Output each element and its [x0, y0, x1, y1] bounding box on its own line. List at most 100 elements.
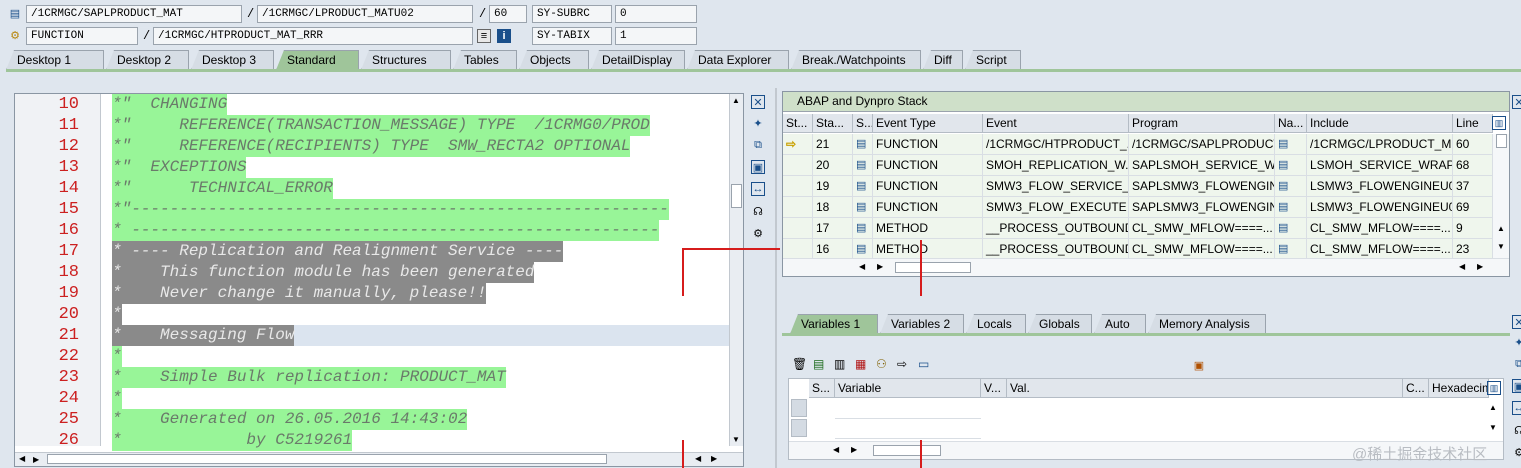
code-line: 12 *" REFERENCE(RECIPIENTS) TYPE SMW_RECT… — [15, 136, 743, 157]
stack-panel-title: ABAP and Dynpro Stack — [783, 92, 1509, 112]
navigate-icon[interactable]: ▤ — [1275, 155, 1307, 176]
delete-icon[interactable]: 🗑 — [792, 357, 807, 373]
tab-desktop-2[interactable]: Desktop 2 — [106, 50, 189, 70]
new-icon[interactable]: ✦ — [751, 116, 765, 130]
save-icon[interactable]: ▣ — [1192, 358, 1206, 372]
navigate-icon[interactable]: ▤ — [1275, 176, 1307, 197]
close-icon[interactable]: ✕ — [751, 95, 765, 109]
line-number: 23 — [58, 368, 79, 387]
import-icon[interactable]: ▥ — [834, 357, 849, 373]
column-layout-icon[interactable]: ▥ — [1492, 116, 1506, 130]
row-selector[interactable] — [791, 419, 807, 437]
close-icon[interactable]: ✕ — [1512, 95, 1521, 109]
program-name: SAPLSMW3_FLOWENGIN... — [1129, 176, 1275, 197]
stack-vertical-scrollbar[interactable]: ▲ ▼ — [1493, 134, 1509, 258]
navigate-icon[interactable]: ▤ — [1275, 239, 1307, 260]
editor-horizontal-scrollbar[interactable]: ◀ ▶ ◀ ▶ — [15, 452, 743, 466]
maximize-icon[interactable]: ▣ — [751, 160, 765, 174]
include-name: LSMW3_FLOWENGINEU0... — [1307, 197, 1453, 218]
current-marker-cell — [783, 239, 813, 260]
vars-vscroll-down[interactable]: ▼ — [1489, 423, 1497, 432]
navigate-icon[interactable]: ▤ — [1275, 218, 1307, 239]
tree-icon[interactable]: ⚇ — [876, 357, 891, 373]
tab-objects[interactable]: Objects — [519, 50, 589, 70]
maximize-icon[interactable]: ▣ — [1512, 379, 1521, 393]
tab-variables-2[interactable]: Variables 2 — [880, 314, 964, 334]
headset-icon[interactable]: ☊ — [751, 204, 765, 218]
source-icon-cell: ▤ — [853, 134, 873, 155]
tab-tables[interactable]: Tables — [453, 50, 517, 70]
code-text: * Simple Bulk replication: PRODUCT_MAT — [112, 367, 506, 388]
tab-breakpoints[interactable]: Break./Watchpoints — [791, 50, 921, 70]
variable-input-2[interactable] — [835, 419, 981, 439]
event-type: FUNCTION — [873, 134, 983, 155]
insert-icon[interactable]: ▤ — [813, 357, 828, 373]
close-icon[interactable]: ✕ — [1512, 315, 1521, 329]
line-number: 13 — [58, 158, 79, 177]
splitter[interactable] — [775, 88, 777, 468]
settings-icon[interactable]: ⚙ — [751, 226, 765, 240]
editor-vertical-scrollbar[interactable]: ▲ ▼ — [729, 94, 743, 446]
col-header-program[interactable]: Program — [1129, 114, 1275, 133]
tab-globals[interactable]: Globals — [1028, 314, 1092, 334]
tab-structures[interactable]: Structures — [361, 50, 451, 70]
source-icon-cell: ▤ — [853, 197, 873, 218]
col-header-event[interactable]: Event — [983, 114, 1129, 133]
code-text: * This function module has been generate… — [112, 262, 535, 283]
line-number: 26 — [58, 431, 79, 450]
tab-desktop-1[interactable]: Desktop 1 — [6, 50, 104, 70]
col-header-include[interactable]: Include — [1307, 114, 1453, 133]
col-header-na[interactable]: Na... — [1275, 114, 1307, 133]
col-header-stack[interactable]: Sta... — [813, 114, 853, 133]
resize-icon[interactable]: ↔ — [751, 182, 765, 196]
copy-icon[interactable]: ⧉ — [1512, 357, 1521, 371]
tab-locals[interactable]: Locals — [966, 314, 1026, 334]
navigate-icon[interactable]: ▤ — [1275, 197, 1307, 218]
navigate-icon[interactable]: ▤ — [1275, 134, 1307, 155]
tab-diff[interactable]: Diff — [923, 50, 963, 70]
goto-icon[interactable]: ⇨ — [897, 357, 912, 373]
info-icon[interactable]: i — [497, 29, 511, 43]
desktop-tabs: Desktop 1 Desktop 2 Desktop 3 Standard S… — [6, 50, 1023, 70]
col-header-hex[interactable]: Hexadecim — [1429, 379, 1489, 398]
tab-variables-1[interactable]: Variables 1 — [790, 314, 878, 334]
stack-horizontal-scrollbar[interactable]: ◀ ▶ ◀ ▶ — [783, 258, 1509, 276]
line-field: 60 — [489, 5, 527, 23]
open-icon[interactable]: ▭ — [918, 357, 933, 373]
event-icon: ⚙ — [10, 29, 20, 42]
col-header-val[interactable]: Val. — [1007, 379, 1403, 398]
source-editor[interactable]: 10 *" CHANGING 11 *" REFERENCE(TRANSACTION_… — [14, 93, 744, 467]
settings-icon[interactable]: ⚙ — [1512, 445, 1521, 459]
col-header-c[interactable]: C... — [1403, 379, 1429, 398]
resize-icon[interactable]: ↔ — [1512, 401, 1521, 415]
export-icon[interactable]: ▦ — [855, 357, 870, 373]
col-header-st[interactable]: St... — [783, 114, 813, 133]
new-icon[interactable]: ✦ — [1512, 335, 1521, 349]
vars-vscroll-up[interactable]: ▲ — [1489, 403, 1497, 412]
tab-standard[interactable]: Standard — [276, 50, 359, 70]
copy-icon[interactable]: ⧉ — [751, 138, 765, 152]
code-line: 23 * Simple Bulk replication: PRODUCT_MAT — [15, 367, 743, 388]
code-text: *"--------------------------------------… — [112, 199, 669, 220]
navigate-icon[interactable]: ≡ — [477, 29, 491, 43]
col-header-v[interactable]: V... — [981, 379, 1007, 398]
tab-memory-analysis[interactable]: Memory Analysis — [1148, 314, 1266, 334]
tab-desktop-3[interactable]: Desktop 3 — [191, 50, 274, 70]
col-header-variable[interactable]: Variable — [835, 379, 981, 398]
col-header-line[interactable]: Line — [1453, 114, 1493, 133]
annotation-line — [920, 240, 922, 296]
tab-detail-display[interactable]: DetailDisplay — [591, 50, 685, 70]
tab-auto[interactable]: Auto — [1094, 314, 1146, 334]
column-layout-icon[interactable]: ▥ — [1487, 381, 1501, 395]
col-header-s[interactable]: S... — [809, 379, 835, 398]
tab-script[interactable]: Script — [965, 50, 1021, 70]
code-line: 20 * — [15, 304, 743, 325]
variable-input-1[interactable] — [835, 399, 981, 419]
row-selector[interactable] — [791, 399, 807, 417]
headset-icon[interactable]: ☊ — [1512, 423, 1521, 437]
col-header-event-type[interactable]: Event Type — [873, 114, 983, 133]
include-name: /1CRMGC/LPRODUCT_M... — [1307, 134, 1453, 155]
tab-data-explorer[interactable]: Data Explorer — [687, 50, 789, 70]
separator: / — [479, 7, 487, 21]
col-header-s[interactable]: S... — [853, 114, 873, 133]
